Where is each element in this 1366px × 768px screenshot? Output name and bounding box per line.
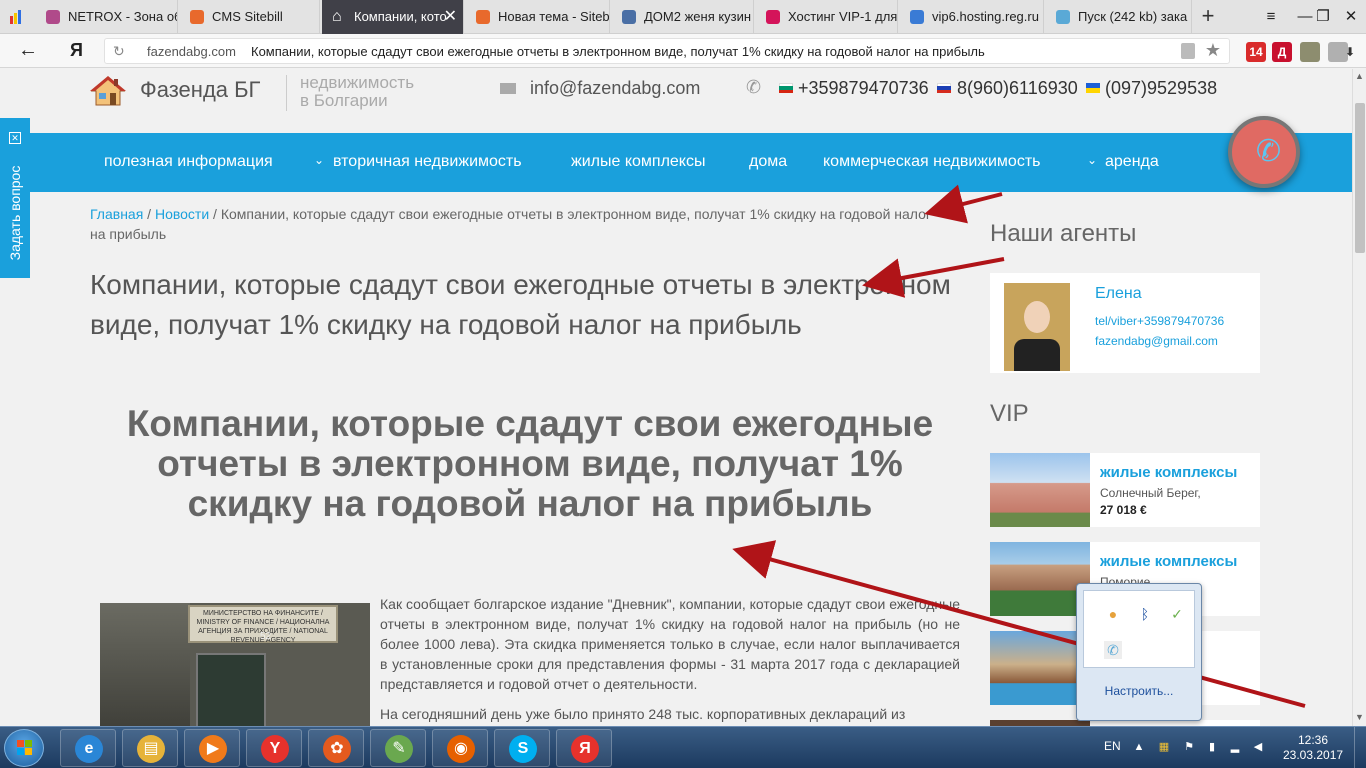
tab-favicon-icon (910, 10, 924, 24)
tray-app-icon[interactable]: ▦ (1157, 740, 1171, 754)
taskbar-app-firefox[interactable]: ◉ (432, 729, 488, 767)
tab-label: ДОМ2 женя кузин (644, 9, 752, 24)
arrow-to-heading (732, 540, 1306, 708)
tab-favicon-icon (190, 10, 204, 24)
browser-tab[interactable]: Хостинг VIP-1 для (756, 0, 898, 34)
reload-icon[interactable]: ↻ (113, 43, 125, 60)
clock-time: 12:36 (1297, 733, 1329, 747)
tab-favicon-icon (1056, 10, 1070, 24)
browser-tab[interactable]: CMS Sitebill (180, 0, 320, 34)
network-signal-icon[interactable]: ▂ (1228, 740, 1242, 754)
tab-label: Новая тема - Siteb (498, 9, 610, 24)
tray-overflow-popup: ● ᛒ ✓ ✆ Настроить... (1076, 583, 1202, 721)
scroll-up-icon[interactable]: ▲ (1355, 71, 1364, 81)
browser-tab[interactable]: ДОМ2 женя кузин (612, 0, 754, 34)
url-page-title: Компании, которые сдадут свои ежегодные … (251, 44, 985, 59)
back-arrow-icon[interactable]: ← (18, 39, 38, 62)
flag-icon[interactable]: ⚑ (1182, 740, 1196, 754)
windows-taskbar: e ▤ ▶ Y ✿ ✎ ◉ S Я EN ▲ ▦ ⚑ ▮ ▂ ◀ 12:36 23.03.201… (0, 726, 1366, 768)
scroll-thumb[interactable] (1355, 103, 1365, 253)
restore-button[interactable]: ❐ (1308, 0, 1338, 34)
browser-tab[interactable]: Новая тема - Siteb (466, 0, 610, 34)
bluetooth-icon[interactable]: ᛒ (1136, 605, 1154, 623)
windows-logo-icon (17, 740, 33, 756)
tab-label: Компании, кото (354, 9, 447, 24)
page-scrollbar[interactable]: ▲ ▼ (1352, 69, 1366, 726)
ie-icon: e (75, 735, 103, 763)
lock-icon[interactable] (1181, 43, 1195, 59)
battery-icon[interactable]: ▮ (1205, 740, 1219, 754)
tab-label: Хостинг VIP-1 для (788, 9, 898, 24)
new-tab-button[interactable]: + (1196, 0, 1220, 34)
explorer-icon: ▤ (137, 735, 165, 763)
taskbar-app-notes[interactable]: ✎ (370, 729, 426, 767)
browser-tab[interactable]: ⌂ Компании, кото ✕ (322, 0, 464, 34)
system-clock[interactable]: 12:36 23.03.2017 (1283, 733, 1343, 763)
show-desktop-button[interactable] (1354, 727, 1366, 768)
tray-icons-panel: ● ᛒ ✓ ✆ (1083, 590, 1195, 668)
arrow-to-title (862, 257, 1005, 298)
tab-favicon-icon (622, 10, 636, 24)
tray-app-icon[interactable]: ✆ (1104, 641, 1122, 659)
tray-app-icon[interactable]: ✓ (1168, 605, 1186, 623)
url-field[interactable]: ↻ fazendabg.com Компании, которые сдадут… (104, 38, 1230, 64)
close-tab-icon[interactable]: ✕ (444, 0, 457, 34)
media-icon: ▶ (199, 735, 227, 763)
scroll-down-icon[interactable]: ▼ (1355, 712, 1364, 722)
show-hidden-icons[interactable]: ▲ (1132, 740, 1146, 754)
bookmark-star-icon[interactable]: ★ (1205, 40, 1221, 61)
tab-favicon-icon: ⌂ (332, 8, 342, 25)
close-window-button[interactable]: ✕ (1336, 0, 1366, 34)
tab-favicon-icon (46, 10, 60, 24)
clock-date: 23.03.2017 (1283, 748, 1344, 762)
start-button[interactable] (4, 729, 44, 767)
language-indicator[interactable]: EN (1104, 739, 1121, 753)
taskbar-app-ie[interactable]: e (60, 729, 116, 767)
taskbar-app-skype[interactable]: S (494, 729, 550, 767)
taskbar-app-yandex[interactable]: Я (556, 729, 612, 767)
volume-icon[interactable]: ◀ (1251, 740, 1265, 754)
browser-tab[interactable]: vip6.hosting.reg.ru (900, 0, 1044, 34)
extension-icon[interactable]: 14 (1246, 42, 1266, 62)
tray-app-icon[interactable]: ● (1104, 605, 1122, 623)
taskbar-app-yandex-browser[interactable]: Y (246, 729, 302, 767)
url-domain: fazendabg.com (147, 44, 236, 59)
taskbar-app-reel[interactable]: ✿ (308, 729, 364, 767)
yandex-browser-icon: Y (261, 735, 289, 763)
browser-tab[interactable]: Пуск (242 kb) зака (1046, 0, 1192, 34)
yandex-panel-icon[interactable] (10, 10, 24, 24)
tab-label: NETROX - Зона об (68, 9, 178, 24)
browser-tab[interactable]: NETROX - Зона об (36, 0, 178, 34)
yandex-logo[interactable]: Я (70, 40, 83, 61)
download-icon[interactable]: ⬇ (1340, 42, 1360, 62)
reel-icon: ✿ (323, 735, 351, 763)
extension-icon[interactable] (1300, 42, 1320, 62)
skype-icon: S (509, 735, 537, 763)
notes-icon: ✎ (385, 735, 413, 763)
browser-tab-strip: NETROX - Зона об CMS Sitebill ⌂ Компании, к… (0, 0, 1366, 34)
extension-icon[interactable]: Д (1272, 42, 1292, 62)
tab-favicon-icon (766, 10, 780, 24)
address-bar: ← Я ↻ fazendabg.com Компании, которые сд… (0, 34, 1366, 68)
customize-tray-link[interactable]: Настроить... (1077, 684, 1201, 698)
tab-label: Пуск (242 kb) зака (1078, 9, 1188, 24)
taskbar-app-media[interactable]: ▶ (184, 729, 240, 767)
menu-icon[interactable]: ≡ (1256, 0, 1286, 34)
tab-label: CMS Sitebill (212, 9, 283, 24)
taskbar-app-explorer[interactable]: ▤ (122, 729, 178, 767)
tab-favicon-icon (476, 10, 490, 24)
yandex-icon: Я (571, 735, 599, 763)
tab-label: vip6.hosting.reg.ru (932, 9, 1039, 24)
firefox-icon: ◉ (447, 735, 475, 763)
arrow-to-breadcrumb (924, 184, 1003, 224)
